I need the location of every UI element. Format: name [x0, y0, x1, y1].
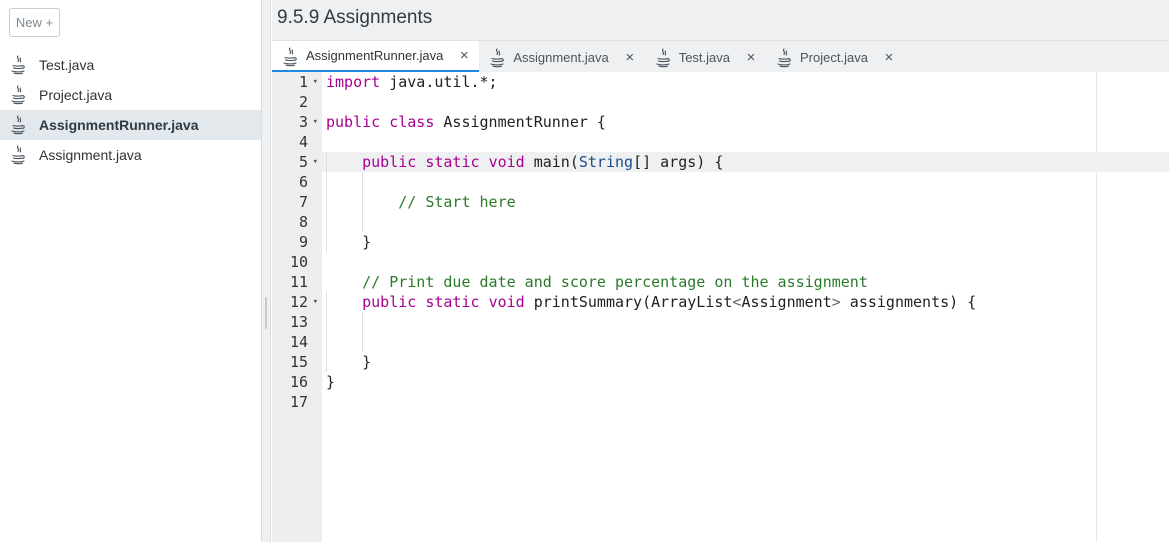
indent-guide: [326, 152, 327, 252]
indent-guide: [362, 312, 363, 352]
tab-project[interactable]: Project.java ×: [766, 41, 904, 73]
code-area[interactable]: import java.util.*; public class Assignm…: [322, 72, 1169, 542]
fold-arrow-icon[interactable]: ▾: [313, 292, 318, 312]
file-item-assignment[interactable]: Assignment.java: [0, 140, 261, 170]
fold-arrow-icon[interactable]: ▾: [313, 152, 318, 172]
fold-arrow-icon[interactable]: ▾: [313, 112, 318, 132]
line-number: 16: [289, 373, 308, 391]
file-item-project[interactable]: Project.java: [0, 80, 261, 110]
close-icon[interactable]: ×: [457, 47, 471, 64]
editor-tabs: AssignmentRunner.java × Assignment.java …: [272, 40, 1169, 73]
java-icon: [776, 48, 792, 68]
line-number-gutter: 1 ▾ 2 3 ▾ 4 5 ▾ 6 7 8 9 10 11 12 ▾ 13 14 15 16 17: [272, 72, 322, 542]
close-icon[interactable]: ×: [744, 49, 758, 66]
code-line[interactable]: // Start here: [322, 192, 1169, 212]
line-number: 5 ▾: [298, 152, 318, 172]
file-sidebar: New + Test.java Project.java AssignmentR…: [0, 0, 262, 542]
code-line[interactable]: // Print due date and score percentage o…: [322, 272, 1169, 292]
code-line[interactable]: public class AssignmentRunner {: [322, 112, 1169, 132]
line-number: 6: [298, 173, 308, 191]
main-panel: 9.5.9 Assignments AssignmentRunner.java …: [272, 0, 1169, 542]
close-icon[interactable]: ×: [882, 49, 896, 66]
line-number: 3 ▾: [298, 112, 318, 132]
line-number: 17: [289, 393, 308, 411]
file-item-label: Assignment.java: [39, 147, 142, 163]
file-item-test[interactable]: Test.java: [0, 50, 261, 80]
code-line[interactable]: [322, 92, 1169, 112]
tab-assignment[interactable]: Assignment.java ×: [479, 41, 644, 73]
java-icon: [655, 48, 671, 68]
tab-test[interactable]: Test.java ×: [645, 41, 766, 73]
line-number: 15: [289, 353, 308, 371]
code-line[interactable]: import java.util.*;: [322, 72, 1169, 92]
new-file-button[interactable]: New +: [9, 8, 60, 37]
code-line[interactable]: [322, 172, 1169, 192]
java-icon: [282, 46, 298, 66]
line-number: 1 ▾: [298, 72, 318, 92]
code-line[interactable]: [322, 312, 1169, 332]
file-item-label: AssignmentRunner.java: [39, 117, 199, 133]
fold-arrow-icon[interactable]: ▾: [313, 72, 318, 92]
line-number: 12 ▾: [289, 292, 318, 312]
code-line[interactable]: }: [322, 372, 1169, 392]
line-number: 11: [289, 273, 308, 291]
line-number: 10: [289, 253, 308, 271]
close-icon[interactable]: ×: [623, 49, 637, 66]
file-item-label: Test.java: [39, 57, 95, 73]
page-title: 9.5.9 Assignments: [277, 7, 433, 28]
file-list: Test.java Project.java AssignmentRunner.…: [0, 50, 261, 170]
java-icon: [10, 55, 28, 75]
panel-splitter[interactable]: [262, 0, 271, 542]
splitter-grip[interactable]: [265, 297, 267, 329]
file-item-assignmentrunner[interactable]: AssignmentRunner.java: [0, 110, 261, 140]
tab-label: AssignmentRunner.java: [306, 48, 444, 63]
line-number: 2: [298, 93, 308, 111]
tab-label: Test.java: [678, 49, 731, 65]
code-line[interactable]: [322, 332, 1169, 352]
code-line[interactable]: }: [322, 352, 1169, 372]
code-line[interactable]: [322, 132, 1169, 152]
line-number: 4: [298, 133, 308, 151]
java-icon: [489, 48, 505, 68]
code-line[interactable]: [322, 392, 1169, 412]
tab-label: Assignment.java: [513, 49, 609, 65]
code-editor[interactable]: 1 ▾ 2 3 ▾ 4 5 ▾ 6 7 8 9 10 11 12 ▾ 13 14 15 16 17 import jav…: [272, 72, 1169, 542]
tab-assignmentrunner[interactable]: AssignmentRunner.java ×: [272, 41, 480, 73]
code-line[interactable]: }: [322, 232, 1169, 252]
line-number: 8: [298, 213, 308, 231]
java-icon: [10, 145, 28, 165]
java-icon: [10, 115, 28, 135]
line-number: 7: [298, 193, 308, 211]
line-number: 13: [289, 313, 308, 331]
title-bar: 9.5.9 Assignments: [272, 0, 1169, 40]
java-icon: [10, 85, 28, 105]
code-line[interactable]: public static void printSummary(ArrayLis…: [322, 292, 1169, 312]
tab-label: Project.java: [800, 49, 868, 65]
code-line[interactable]: [322, 252, 1169, 272]
code-line[interactable]: public static void main(String[] args) {: [322, 152, 1169, 172]
file-item-label: Project.java: [39, 87, 113, 103]
line-number: 9: [298, 233, 308, 251]
line-number: 14: [289, 333, 308, 351]
indent-guide: [362, 172, 363, 232]
indent-guide: [326, 292, 327, 372]
code-line[interactable]: [322, 212, 1169, 232]
